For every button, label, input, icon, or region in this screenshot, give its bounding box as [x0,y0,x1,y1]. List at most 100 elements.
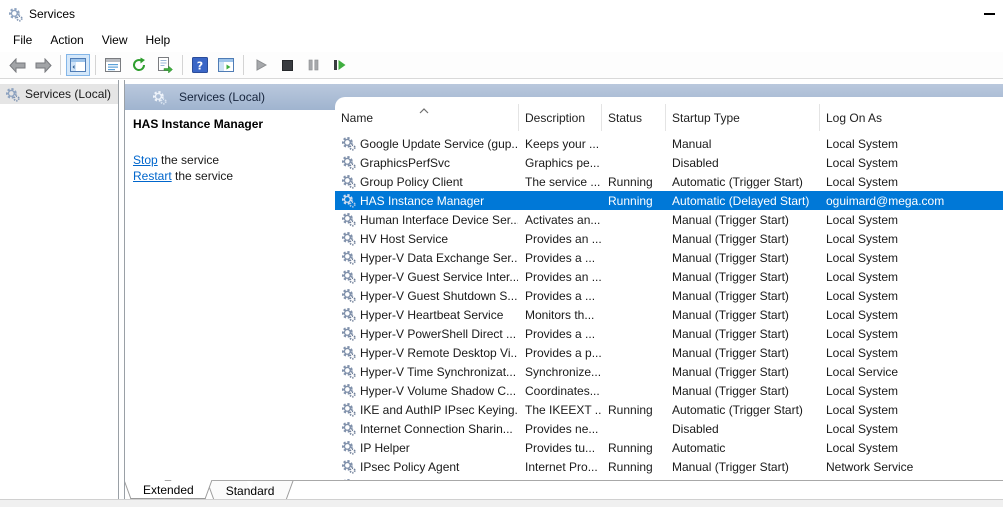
table-row[interactable]: Hyper-V Remote Desktop Vi... Provides a … [335,343,1003,362]
table-row[interactable]: Internet Connection Sharin... Provides n… [335,419,1003,438]
cell-startup-type: Disabled [672,155,719,170]
column-header-log-on-as[interactable]: Log On As [819,104,1003,131]
show-console-tree-icon[interactable] [66,54,90,76]
cell-startup-type: Manual (Trigger Start) [672,269,789,284]
cell-name: Google Update Service (gup... [335,136,518,151]
service-gear-icon [341,402,356,417]
help-icon[interactable]: ? [188,54,212,76]
table-row[interactable]: Hyper-V Heartbeat Service Monitors th...… [335,305,1003,324]
cell-description: The service ... [525,174,601,189]
column-header-name[interactable]: Name [335,104,518,131]
services-header-icon [152,90,167,105]
status-strip [0,499,1003,507]
cell-description: Keeps your ... [525,136,600,151]
service-gear-icon [341,364,356,379]
cell-startup-type: Automatic (Trigger Start) [672,174,803,189]
start-service-icon[interactable] [249,54,273,76]
table-row[interactable]: HAS Instance Manager Running Automatic (… [335,191,1003,210]
cell-log-on-as: Local System [826,402,899,417]
cell-name: Hyper-V Guest Shutdown S... [335,288,518,303]
table-row[interactable]: IKE and AuthIP IPsec Keying... The IKEEX… [335,400,1003,419]
forward-icon[interactable] [31,54,55,76]
table-row[interactable]: Hyper-V Guest Service Inter... Provides … [335,267,1003,286]
services-list: Name Description Status Startup Type Log… [335,97,1003,480]
stop-service-suffix: the service [157,153,220,167]
service-gear-icon [341,250,356,265]
table-row[interactable]: Google Update Service (gup... Keeps your… [335,134,1003,153]
menu-file[interactable]: File [4,30,41,50]
cell-description: Provides a ... [525,250,596,265]
cell-log-on-as: Local System [826,421,899,436]
table-row[interactable]: Hyper-V PowerShell Direct ... Provides a… [335,324,1003,343]
stop-service-icon[interactable] [275,54,299,76]
svg-text:?: ? [197,60,203,73]
cell-description: Provides ne... [525,421,599,436]
menu-bar: File Action View Help [0,28,1003,52]
service-gear-icon [341,440,356,455]
restart-service-line: Restart the service [133,168,327,184]
properties-icon[interactable] [101,54,125,76]
cell-name: Hyper-V Data Exchange Ser... [335,250,518,265]
stop-service-line: Stop the service [133,152,327,168]
cell-log-on-as: Local System [826,174,899,189]
table-row[interactable]: IP Helper Provides tu... Running Automat… [335,438,1003,457]
cell-description: Provides a ... [525,326,596,341]
restart-service-icon[interactable] [327,54,351,76]
pause-service-icon[interactable] [301,54,325,76]
extended-view-icon[interactable] [214,54,238,76]
cell-log-on-as: Local System [826,250,899,265]
column-header-status[interactable]: Status [601,104,665,131]
services-app-icon [8,7,23,22]
menu-view[interactable]: View [93,30,137,50]
menu-action[interactable]: Action [41,30,92,50]
toolbar-separator [182,55,183,75]
table-row[interactable]: Hyper-V Guest Shutdown S... Provides a .… [335,286,1003,305]
cell-name: Hyper-V PowerShell Direct ... [335,326,518,341]
cell-startup-type: Disabled [672,421,719,436]
cell-log-on-as: Local System [826,155,899,170]
column-header-startup-type[interactable]: Startup Type [665,104,819,131]
tree-item-services-local[interactable]: Services (Local) [0,84,118,104]
table-row[interactable]: HV Host Service Provides an ... Manual (… [335,229,1003,248]
cell-log-on-as: Local System [826,383,899,398]
cell-name: IKE and AuthIP IPsec Keying... [335,402,518,417]
table-row[interactable]: Human Interface Device Ser... Activates … [335,210,1003,229]
selected-service-title: HAS Instance Manager [133,117,264,131]
column-header-description[interactable]: Description [518,104,601,131]
service-gear-icon [341,307,356,322]
table-row[interactable]: IPsec Policy Agent Internet Pro... Runni… [335,457,1003,476]
cell-name: HAS Instance Manager [335,193,518,208]
cell-description: Provides tu... [525,440,596,455]
refresh-icon[interactable] [127,54,151,76]
restart-service-link[interactable]: Restart [133,169,172,183]
cell-description: Provides an ... [525,231,601,246]
table-row[interactable]: Group Policy Client The service ... Runn… [335,172,1003,191]
table-row[interactable]: Hyper-V Data Exchange Ser... Provides a … [335,248,1003,267]
table-row[interactable]: Hyper-V Volume Shadow C... Coordinates..… [335,381,1003,400]
service-gear-icon [341,421,356,436]
cell-log-on-as: Local System [826,326,899,341]
cell-description: The IKEEXT ... [525,402,601,417]
cell-startup-type: Manual (Trigger Start) [672,307,789,322]
service-description-panel: HAS Instance Manager Stop the service Re… [125,110,335,480]
main-area: Services (Local) Services (Local) HAS In… [0,80,1003,499]
service-gear-icon [341,269,356,284]
back-icon[interactable] [5,54,29,76]
toolbar-separator [95,55,96,75]
list-header: Name Description Status Startup Type Log… [335,97,1003,134]
toolbar-separator [243,55,244,75]
table-row[interactable]: Hyper-V Time Synchronizat... Synchronize… [335,362,1003,381]
tab-standard[interactable]: Standard [210,481,291,499]
service-gear-icon [341,193,356,208]
stop-service-link[interactable]: Stop [133,153,158,167]
minimize-icon[interactable] [984,13,995,15]
export-list-icon[interactable] [153,54,177,76]
cell-startup-type: Automatic [672,440,726,455]
cell-name: Hyper-V Time Synchronizat... [335,364,518,379]
title-bar: Services [0,0,1003,28]
console-tree-panel: Services (Local) [0,80,119,499]
cell-log-on-as: Local System [826,136,899,151]
tab-extended[interactable]: Extended [127,480,210,499]
menu-help[interactable]: Help [137,30,180,50]
table-row[interactable]: GraphicsPerfSvc Graphics pe... Disabled … [335,153,1003,172]
